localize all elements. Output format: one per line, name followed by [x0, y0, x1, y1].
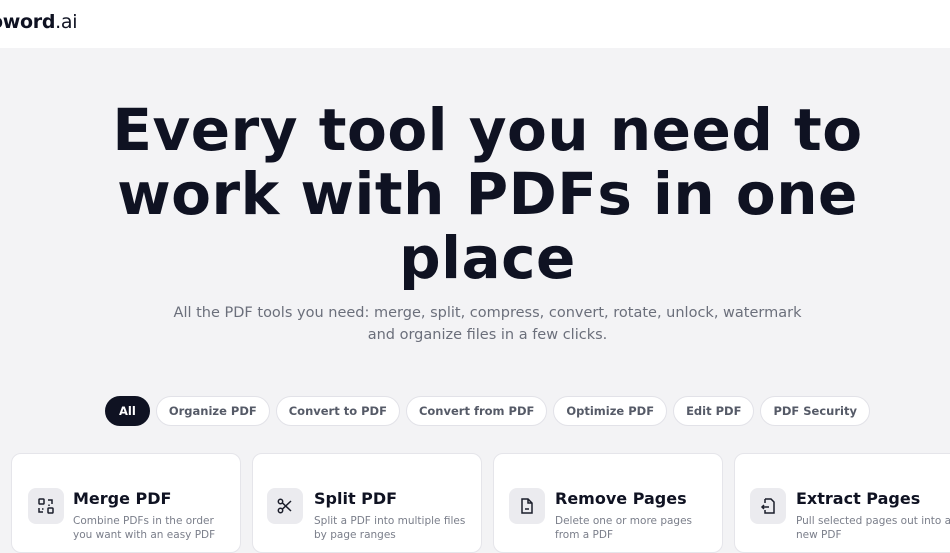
- logo[interactable]: oword.ai: [0, 11, 78, 33]
- remove-page-icon: [509, 488, 545, 524]
- tool-title: Extract Pages: [796, 489, 921, 508]
- hero-title-line: Every tool you need to: [112, 96, 863, 164]
- tab-pdf-security[interactable]: PDF Security: [760, 396, 870, 426]
- hero-subtitle-line: All the PDF tools you need: merge, split…: [173, 305, 802, 321]
- tool-description: Delete one or more pages from a PDF: [555, 515, 693, 541]
- hero-title-line: work with PDFs in one: [117, 160, 858, 228]
- tab-organize-pdf[interactable]: Organize PDF: [155, 396, 270, 426]
- tool-card-remove-pages[interactable]: Remove Pages Delete one or more pages fr…: [493, 453, 723, 553]
- tool-title: Remove Pages: [555, 489, 687, 508]
- hero-title-line: place: [399, 224, 576, 292]
- tab-convert-from-pdf[interactable]: Convert from PDF: [405, 396, 548, 426]
- tab-optimize-pdf[interactable]: Optimize PDF: [553, 396, 668, 426]
- extract-page-icon: [750, 488, 786, 524]
- hero-subtitle-line: and organize files in a few clicks.: [367, 327, 608, 343]
- tab-edit-pdf[interactable]: Edit PDF: [673, 396, 755, 426]
- logo-tld: .ai: [55, 11, 78, 33]
- tool-title: Merge PDF: [73, 489, 172, 508]
- tool-title: Split PDF: [314, 489, 398, 508]
- tool-description: Combine PDFs in the order you want with …: [73, 515, 216, 541]
- hero-subtitle: All the PDF tools you need: merge, split…: [0, 302, 950, 346]
- top-nav-bar: oword.ai: [0, 0, 950, 48]
- category-tabs: All Organize PDF Convert to PDF Convert …: [0, 396, 950, 426]
- hero-title: Every tool you need to work with PDFs in…: [0, 98, 950, 290]
- tool-card-split-pdf[interactable]: Split PDF Split a PDF into multiple file…: [252, 453, 482, 553]
- tool-description: Pull selected pages out into a new PDF: [796, 515, 950, 541]
- tool-description: Split a PDF into multiple files by page …: [314, 515, 466, 541]
- logo-text: oword: [0, 11, 56, 33]
- tab-all[interactable]: All: [105, 396, 150, 426]
- scissors-icon: [267, 488, 303, 524]
- tool-card-merge-pdf[interactable]: Merge PDF Combine PDFs in the order you …: [11, 453, 241, 553]
- merge-icon: [28, 488, 64, 524]
- tool-card-extract-pages[interactable]: Extract Pages Pull selected pages out in…: [734, 453, 950, 553]
- tab-convert-to-pdf[interactable]: Convert to PDF: [275, 396, 400, 426]
